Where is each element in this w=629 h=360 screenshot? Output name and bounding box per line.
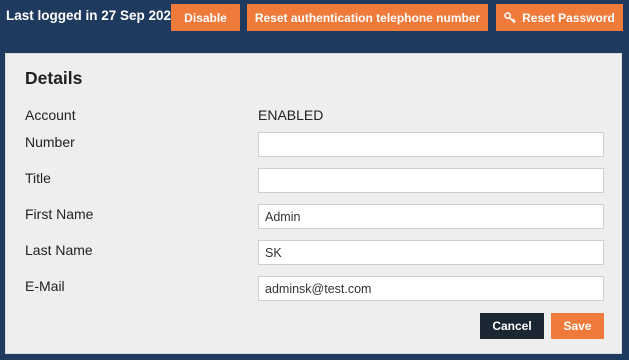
account-label: Account [25, 107, 76, 123]
title-input[interactable] [258, 168, 604, 193]
first-name-label: First Name [25, 206, 94, 222]
cancel-button[interactable]: Cancel [480, 313, 544, 339]
details-panel: Details Account ENABLED Number Title Fir… [5, 53, 622, 354]
reset-auth-phone-button[interactable]: Reset authentication telephone number [247, 4, 488, 31]
email-label: E-Mail [25, 278, 65, 294]
disable-button-label: Disable [184, 10, 227, 25]
details-title: Details [25, 68, 83, 88]
save-button[interactable]: Save [551, 313, 604, 339]
number-input[interactable] [258, 132, 604, 157]
last-logged-text: Last logged in 27 Sep 2024 [6, 8, 179, 23]
cancel-button-label: Cancel [492, 319, 532, 333]
reset-password-button[interactable]: Reset Password [496, 4, 623, 31]
account-status-value: ENABLED [258, 107, 324, 123]
title-label: Title [25, 170, 51, 186]
email-input[interactable]: adminsk@test.com [258, 276, 604, 301]
reset-auth-phone-button-label: Reset authentication telephone number [254, 10, 481, 25]
last-name-input[interactable]: SK [258, 240, 604, 265]
reset-password-button-label: Reset Password [522, 10, 615, 25]
key-icon [504, 11, 516, 24]
first-name-input[interactable]: Admin [258, 204, 604, 229]
save-button-label: Save [563, 319, 592, 333]
top-bar: Last logged in 27 Sep 2024 Disable Reset… [0, 0, 629, 48]
last-name-label: Last Name [25, 242, 93, 258]
disable-button[interactable]: Disable [171, 4, 240, 31]
number-label: Number [25, 134, 75, 150]
